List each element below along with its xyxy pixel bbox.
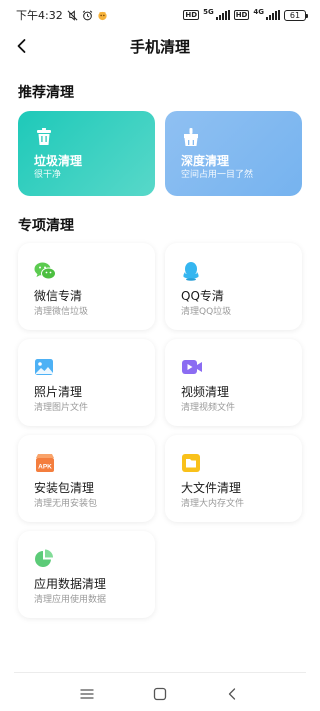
- section-title-recommended: 推荐清理: [18, 85, 74, 101]
- network-type: 5G: [203, 7, 214, 16]
- status-time: 下午4:32: [16, 9, 63, 22]
- apk-clean-card[interactable]: APK 安装包清理 清理无用安装包: [18, 435, 155, 522]
- item-title: 应用数据清理: [34, 577, 107, 591]
- back-button[interactable]: [10, 34, 34, 58]
- video-icon: [181, 357, 202, 377]
- pie-chart-icon: [34, 549, 54, 569]
- item-subtitle: 清理QQ垃圾: [181, 307, 232, 317]
- item-title: 照片清理: [34, 385, 83, 399]
- rec-card-title: 垃圾清理: [34, 154, 83, 168]
- item-title: QQ专清: [181, 289, 224, 303]
- video-clean-card[interactable]: 视频清理 清理视频文件: [165, 339, 302, 426]
- system-nav-bar: [0, 675, 320, 711]
- hd-badge: HD: [233, 10, 250, 20]
- wechat-clean-card[interactable]: 微信专清 清理微信垃圾: [18, 243, 155, 330]
- item-subtitle: 清理大内存文件: [181, 499, 245, 509]
- item-subtitle: 清理无用安装包: [34, 499, 98, 509]
- signal-icon: [215, 10, 230, 20]
- apk-icon-text: APK: [38, 464, 52, 471]
- photo-icon: [34, 357, 54, 377]
- hd-badge: HD: [183, 10, 200, 20]
- item-title: 大文件清理: [181, 481, 242, 495]
- battery-icon: 61: [284, 9, 308, 21]
- nav-divider: [14, 672, 306, 673]
- item-subtitle: 清理图片文件: [34, 403, 89, 413]
- menu-button[interactable]: [75, 682, 99, 706]
- item-subtitle: 清理应用使用数据: [34, 595, 107, 605]
- item-title: 视频清理: [181, 385, 230, 399]
- mute-icon: [67, 9, 78, 21]
- home-button[interactable]: [148, 682, 172, 706]
- apk-icon: APK: [34, 453, 54, 473]
- app-notification-icon: [97, 10, 108, 21]
- status-bar: 下午4:32 HD 5G HD 4G 61: [0, 0, 320, 30]
- back-icon: [228, 688, 236, 700]
- trash-icon: [34, 127, 54, 147]
- junk-clean-card[interactable]: 垃圾清理 很干净: [18, 111, 155, 196]
- item-subtitle: 清理微信垃圾: [34, 307, 89, 317]
- menu-icon: [80, 689, 94, 699]
- nav-back-button[interactable]: [220, 682, 244, 706]
- network-type: 4G: [253, 7, 264, 16]
- header: 手机清理: [0, 30, 320, 62]
- rec-card-subtitle: 很干净: [34, 170, 62, 180]
- broom-icon: [181, 127, 201, 147]
- chevron-left-icon: [17, 39, 26, 53]
- section-title-special: 专项清理: [18, 218, 74, 234]
- page-title: 手机清理: [129, 37, 190, 56]
- app-data-clean-card[interactable]: 应用数据清理 清理应用使用数据: [18, 531, 155, 618]
- photo-clean-card[interactable]: 照片清理 清理图片文件: [18, 339, 155, 426]
- signal-icon: [266, 10, 280, 20]
- item-title: 微信专清: [34, 289, 83, 303]
- rec-card-subtitle: 空间占用一目了然: [181, 170, 254, 180]
- item-subtitle: 清理视频文件: [181, 403, 236, 413]
- wechat-icon: [34, 261, 56, 281]
- alarm-icon: [82, 10, 93, 21]
- rec-card-title: 深度清理: [181, 154, 230, 168]
- deep-clean-card[interactable]: 深度清理 空间占用一目了然: [165, 111, 302, 196]
- qq-clean-card[interactable]: QQ专清 清理QQ垃圾: [165, 243, 302, 330]
- item-title: 安装包清理: [34, 481, 95, 495]
- qq-icon: [181, 261, 201, 281]
- large-file-clean-card[interactable]: 大文件清理 清理大内存文件: [165, 435, 302, 522]
- folder-icon: [181, 453, 201, 473]
- home-icon: [153, 687, 167, 701]
